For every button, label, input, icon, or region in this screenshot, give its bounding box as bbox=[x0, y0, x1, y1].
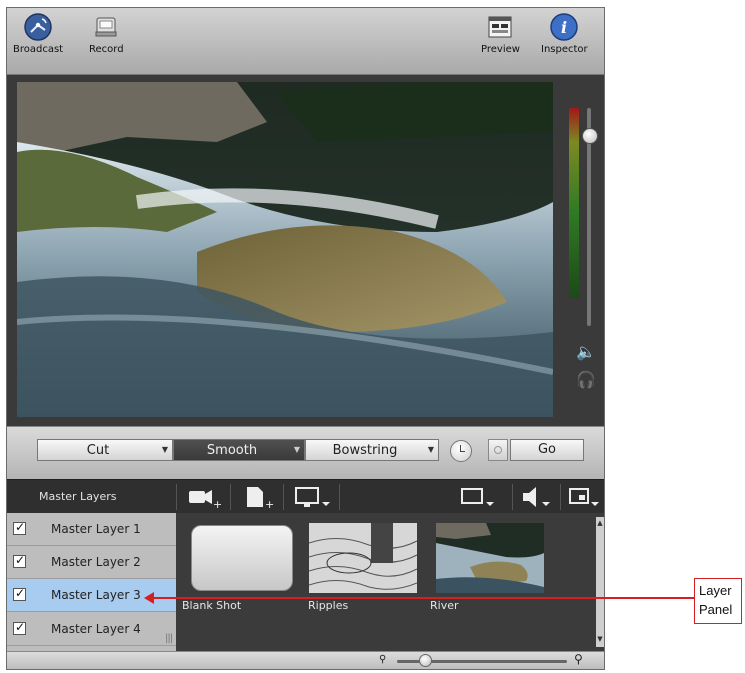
info-icon: i bbox=[549, 12, 579, 42]
layer-layout-icon[interactable] bbox=[460, 484, 500, 510]
zoom-slider-knob[interactable] bbox=[419, 654, 432, 667]
layer-name: Master Layer 3 bbox=[51, 588, 141, 602]
add-media-icon[interactable]: + bbox=[243, 484, 277, 511]
annotation-arrow-line bbox=[151, 597, 695, 599]
divider bbox=[560, 484, 561, 510]
layer-visibility-checkbox[interactable] bbox=[13, 620, 26, 635]
layer-name: Master Layer 2 bbox=[51, 555, 141, 569]
divider bbox=[339, 484, 340, 510]
zoom-in-icon[interactable]: ⚲ bbox=[574, 652, 583, 666]
layer-list: Master Layer 1 Master Layer 2 Master Lay… bbox=[7, 513, 176, 651]
layer-name: Master Layer 1 bbox=[51, 522, 141, 536]
hard-drive-icon bbox=[91, 12, 121, 42]
layer-visibility-checkbox[interactable] bbox=[13, 553, 26, 568]
divider bbox=[512, 484, 513, 510]
layer-row-1[interactable]: Master Layer 1 bbox=[7, 513, 176, 546]
add-screen-icon[interactable] bbox=[294, 484, 334, 510]
chevron-down-icon[interactable]: ▼ bbox=[162, 445, 168, 454]
app-window: Broadcast Record Preview i Inspector 🔈 🎧… bbox=[6, 7, 605, 670]
cut-label: Cut bbox=[86, 443, 110, 458]
zoom-out-icon[interactable]: ⚲ bbox=[379, 654, 386, 665]
record-button[interactable]: Record bbox=[89, 12, 124, 55]
broadcast-icon bbox=[23, 12, 53, 42]
inspector-button[interactable]: i Inspector bbox=[541, 12, 588, 55]
audio-level-meter bbox=[569, 108, 579, 298]
shots-scrollbar[interactable]: ▲ ▼ bbox=[596, 517, 604, 647]
cut-transition-button[interactable]: Cut ▼ bbox=[37, 439, 173, 461]
layer-row-2[interactable]: Master Layer 2 bbox=[7, 546, 176, 579]
callout-line-2: Panel bbox=[699, 602, 733, 617]
preview-label: Preview bbox=[481, 44, 520, 55]
inspector-label: Inspector bbox=[541, 44, 588, 55]
main-toolbar: Broadcast Record Preview i Inspector bbox=[7, 8, 604, 75]
add-camera-icon[interactable]: + bbox=[187, 484, 222, 511]
chevron-down-icon[interactable]: ▼ bbox=[294, 445, 300, 454]
shots-area: Blank Shot Ripples River bbox=[176, 513, 604, 651]
volume-slider-knob[interactable] bbox=[582, 128, 598, 144]
preview-button[interactable]: Preview bbox=[481, 12, 520, 55]
shot-label: Ripples bbox=[308, 599, 349, 612]
video-preview bbox=[17, 82, 553, 417]
master-layers-title: Master Layers bbox=[39, 490, 117, 503]
preview-window-icon bbox=[485, 12, 515, 42]
broadcast-label: Broadcast bbox=[13, 44, 64, 55]
zoom-bar: ⚲ ⚲ bbox=[7, 651, 604, 669]
divider bbox=[176, 484, 177, 510]
broadcast-button[interactable]: Broadcast bbox=[13, 12, 63, 55]
shot-label: Blank Shot bbox=[182, 599, 242, 612]
headphones-icon[interactable]: 🎧 bbox=[573, 370, 599, 390]
layer-panel-callout: Layer Panel bbox=[694, 578, 742, 624]
layer-audio-icon[interactable] bbox=[520, 484, 560, 510]
layer-panel-header: Master Layers + + bbox=[7, 479, 604, 514]
resize-grip-icon[interactable]: ||| bbox=[165, 633, 173, 644]
svg-text:i: i bbox=[561, 18, 567, 37]
smooth-transition-button[interactable]: Smooth ▼ bbox=[173, 439, 305, 461]
callout-line-1: Layer bbox=[699, 583, 732, 598]
layer-name: Master Layer 4 bbox=[51, 622, 141, 636]
ripples-shot-thumbnail[interactable] bbox=[309, 523, 417, 593]
svg-text:+: + bbox=[213, 498, 221, 510]
layer-visibility-checkbox[interactable] bbox=[13, 520, 26, 535]
river-shot-thumbnail[interactable] bbox=[436, 523, 544, 593]
chevron-down-icon[interactable]: ▼ bbox=[428, 445, 434, 454]
shot-label: River bbox=[430, 599, 459, 612]
scroll-down-icon[interactable]: ▼ bbox=[596, 635, 604, 643]
svg-text:+: + bbox=[265, 498, 274, 510]
layer-options-icon[interactable] bbox=[568, 484, 604, 510]
annotation-arrow-head bbox=[144, 592, 154, 604]
layer-visibility-checkbox[interactable] bbox=[13, 586, 26, 601]
go-button[interactable]: Go bbox=[510, 439, 584, 461]
layer-row-4[interactable]: Master Layer 4 bbox=[7, 613, 176, 646]
bowstring-transition-button[interactable]: Bowstring ▼ bbox=[305, 439, 439, 461]
blank-shot-thumbnail[interactable] bbox=[191, 525, 293, 591]
transition-bar: Cut ▼ Smooth ▼ Bowstring ▼ Go bbox=[7, 426, 604, 479]
clock-icon[interactable] bbox=[450, 440, 472, 462]
divider bbox=[283, 484, 284, 510]
auto-toggle[interactable] bbox=[488, 439, 508, 461]
speaker-icon[interactable]: 🔈 bbox=[573, 342, 599, 362]
divider bbox=[230, 484, 231, 510]
record-label: Record bbox=[89, 44, 124, 55]
bowstring-label: Bowstring bbox=[332, 443, 398, 458]
scroll-up-icon[interactable]: ▲ bbox=[596, 519, 604, 527]
smooth-label: Smooth bbox=[206, 443, 258, 458]
